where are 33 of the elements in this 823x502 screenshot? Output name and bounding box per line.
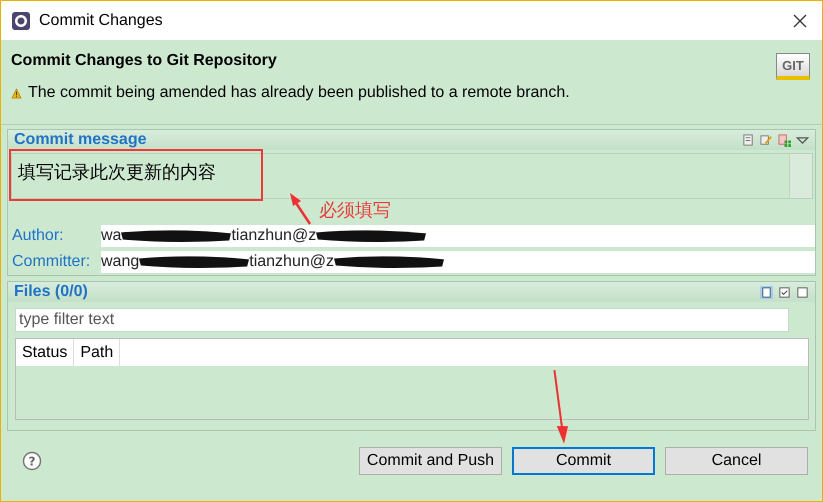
column-header[interactable]: Status <box>16 339 74 366</box>
window-title: Commit Changes <box>39 12 164 30</box>
field-label: Committer: <box>11 253 92 271</box>
git-logo: GIT <box>776 53 810 80</box>
commit-message-field[interactable]: 填写记录此次更新的内容 <box>11 153 813 199</box>
filter-field[interactable]: type filter text <box>15 308 789 332</box>
person-field[interactable]: wang tianzhun@z <box>101 251 815 273</box>
column-header[interactable]: Path <box>74 339 120 366</box>
pencil-icon[interactable] <box>760 134 773 146</box>
dialog-button[interactable]: Commit and Push <box>359 447 502 475</box>
field-text: tianzhun@z <box>249 253 334 271</box>
close-icon[interactable] <box>792 12 808 28</box>
field-label: Author: <box>11 227 65 245</box>
grid-icon[interactable] <box>778 134 791 146</box>
field-text: tianzhun@z <box>231 227 316 245</box>
person-field[interactable]: wa tianzhun@z <box>101 225 815 247</box>
field-text: wang <box>101 253 140 271</box>
section-title: Commit message <box>14 131 146 149</box>
field-text: wa <box>101 227 122 245</box>
arrow-drawing <box>288 191 312 225</box>
warning-icon <box>11 88 22 98</box>
dialog-button[interactable]: Commit <box>512 447 655 475</box>
dialog-button[interactable]: Cancel <box>665 447 808 475</box>
warning-message: The commit being amended has already been published to a remote branch. <box>28 84 570 102</box>
annotation-text: 必须填写 <box>319 202 391 220</box>
help-icon[interactable]: ? <box>22 451 42 471</box>
section-title: Files (0/0) <box>14 283 88 301</box>
commit-message-text: 填写记录此次更新的内容 <box>18 161 216 184</box>
scrollbar[interactable] <box>789 154 812 198</box>
page-title: Commit Changes to Git Repository <box>11 52 278 70</box>
checkbox-icon[interactable] <box>796 286 809 298</box>
document-icon[interactable] <box>742 134 755 146</box>
checkbox-checked-icon[interactable] <box>778 286 791 298</box>
